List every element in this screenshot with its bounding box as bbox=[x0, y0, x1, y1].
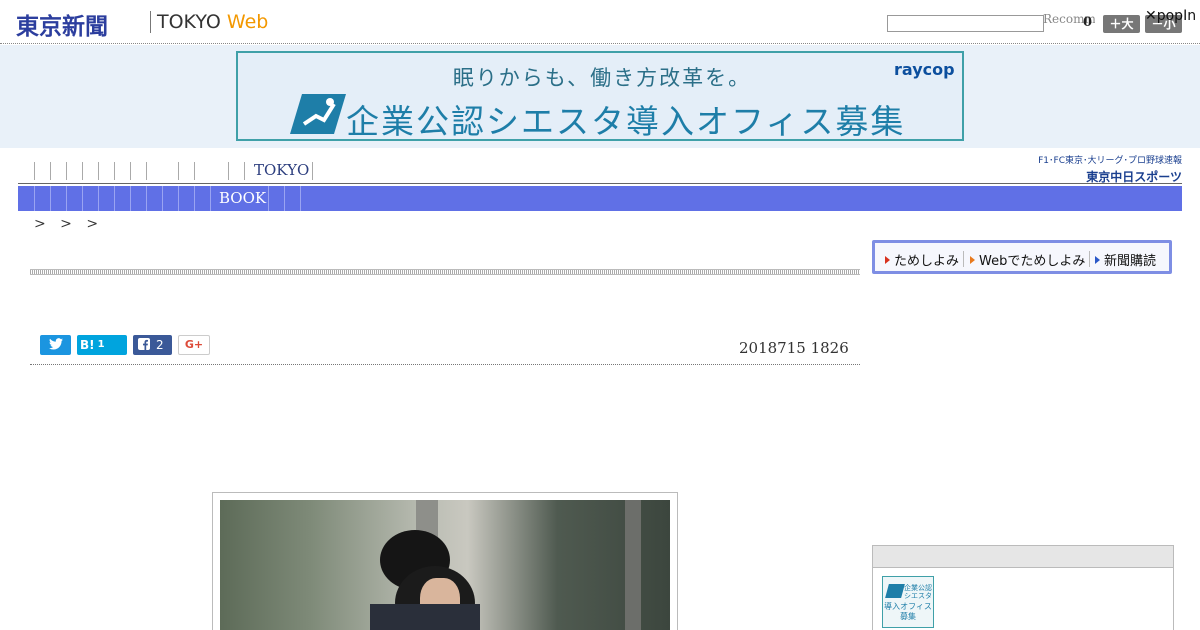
thumb-line1: 企業公認シエスタ bbox=[904, 584, 932, 600]
nav-divider bbox=[146, 162, 147, 180]
nav-divider bbox=[300, 186, 301, 211]
site-header: 東京新聞 TOKYO Web Recommend 0 ＋大 －小 ✕popIn bbox=[0, 0, 1200, 44]
nav-divider bbox=[228, 162, 229, 180]
subscribe-link[interactable]: 新聞購読 bbox=[1095, 250, 1156, 269]
primary-nav: TOKYO bbox=[18, 158, 1182, 184]
arrow-right-icon bbox=[885, 256, 890, 264]
logo-divider bbox=[150, 11, 151, 33]
nav-divider bbox=[130, 186, 131, 211]
subscribe-label: 新聞購読 bbox=[1104, 254, 1157, 269]
nav-divider bbox=[312, 162, 313, 180]
photo-backpack bbox=[370, 604, 480, 630]
google-plus-share-button[interactable]: G+ bbox=[178, 335, 210, 355]
thumb-line2: 導入オフィス募集 bbox=[884, 602, 932, 621]
nav-divider bbox=[66, 186, 67, 211]
web-trial-read-link[interactable]: Webでためしよみ bbox=[970, 250, 1085, 269]
arrow-right-icon bbox=[1095, 256, 1100, 264]
nap-icon bbox=[885, 584, 905, 598]
nav-divider bbox=[162, 186, 163, 211]
tokyo-web-logo[interactable]: TOKYO Web bbox=[157, 11, 268, 33]
nav-item-tokyo[interactable]: TOKYO bbox=[254, 161, 309, 179]
web-trial-read-label: Webでためしよみ bbox=[979, 254, 1086, 269]
chunichi-sports-link[interactable]: F1･FC東京･大リーグ･プロ野球速報 東京中日スポーツ bbox=[1022, 153, 1182, 184]
article-date: 2018715 1826 bbox=[739, 339, 849, 357]
sidebar-box-header bbox=[872, 545, 1174, 568]
hatena-count: 1 bbox=[97, 339, 105, 350]
nav-item-book[interactable]: BOOK bbox=[219, 189, 266, 207]
nav-divider bbox=[114, 162, 115, 180]
ad-headline: 眠りからも、働き方改革を。 bbox=[452, 66, 752, 90]
photo-pole bbox=[625, 500, 641, 630]
nav-divider bbox=[146, 186, 147, 211]
font-size-larger-button[interactable]: ＋大 bbox=[1103, 15, 1140, 33]
menu-divider bbox=[963, 251, 964, 267]
nav-divider bbox=[210, 186, 211, 211]
nav-divider bbox=[194, 186, 195, 211]
facebook-icon bbox=[138, 338, 150, 350]
nav-divider bbox=[34, 162, 35, 180]
nav-divider bbox=[50, 186, 51, 211]
nav-divider bbox=[178, 162, 179, 180]
page: 東京新聞 TOKYO Web Recommend 0 ＋大 －小 ✕popIn … bbox=[0, 0, 1200, 630]
meta-divider bbox=[30, 364, 860, 365]
logo-tokyo-text: TOKYO bbox=[157, 11, 221, 33]
breadcrumb[interactable]: > > > bbox=[34, 216, 103, 232]
ad-main-copy: 企業公認シエスタ導入オフィス募集 bbox=[346, 102, 906, 141]
sidebar-ad-thumbnail[interactable]: 企業公認シエスタ 導入オフィス募集 bbox=[882, 576, 934, 628]
secondary-nav: BOOK bbox=[18, 186, 1182, 211]
arrow-right-icon bbox=[970, 256, 975, 264]
recommend-count: 0 bbox=[1083, 15, 1093, 30]
nav-divider bbox=[284, 186, 285, 211]
nav-divider bbox=[244, 162, 245, 180]
nav-divider bbox=[98, 162, 99, 180]
popin-close-button[interactable]: ✕popIn bbox=[1145, 8, 1196, 24]
nav-divider bbox=[98, 186, 99, 211]
hatena-icon: B! bbox=[80, 338, 95, 352]
logo-web-text: Web bbox=[226, 11, 269, 33]
nav-divider bbox=[66, 162, 67, 180]
nav-divider bbox=[178, 186, 179, 211]
banner-ad[interactable]: 眠りからも、働き方改革を。 企業公認シエスタ導入オフィス募集 raycop bbox=[236, 51, 964, 141]
trial-read-link[interactable]: ためしよみ bbox=[885, 250, 959, 269]
facebook-share-button[interactable]: 2 bbox=[133, 335, 172, 355]
article-photo[interactable] bbox=[212, 492, 678, 630]
trial-read-label: ためしよみ bbox=[894, 254, 960, 269]
nap-icon bbox=[290, 94, 346, 134]
search-input[interactable] bbox=[887, 15, 1044, 32]
chunichi-logo: 東京中日スポーツ bbox=[1086, 170, 1182, 184]
hatena-bookmark-button[interactable]: B! 1 bbox=[77, 335, 127, 355]
nav-divider bbox=[130, 162, 131, 180]
subscription-menu: ためしよみ Webでためしよみ 新聞購読 bbox=[872, 240, 1172, 274]
nav-divider bbox=[50, 162, 51, 180]
headline-divider bbox=[30, 269, 860, 275]
menu-divider bbox=[1089, 251, 1090, 267]
nav-divider bbox=[194, 162, 195, 180]
nav-divider bbox=[268, 186, 269, 211]
article-photo-image bbox=[220, 500, 670, 630]
nav-divider bbox=[34, 186, 35, 211]
nav-divider bbox=[114, 186, 115, 211]
nav-divider bbox=[82, 186, 83, 211]
twitter-share-button[interactable] bbox=[40, 335, 71, 355]
nav-divider bbox=[82, 162, 83, 180]
twitter-icon bbox=[48, 338, 63, 350]
ad-band: 眠りからも、働き方改革を。 企業公認シエスタ導入オフィス募集 raycop bbox=[0, 45, 1200, 148]
site-logo[interactable]: 東京新聞 bbox=[16, 7, 108, 41]
chunichi-tagline: F1･FC東京･大リーグ･プロ野球速報 bbox=[1038, 156, 1182, 166]
facebook-count: 2 bbox=[156, 338, 164, 352]
ad-brand-logo: raycop bbox=[894, 60, 955, 79]
